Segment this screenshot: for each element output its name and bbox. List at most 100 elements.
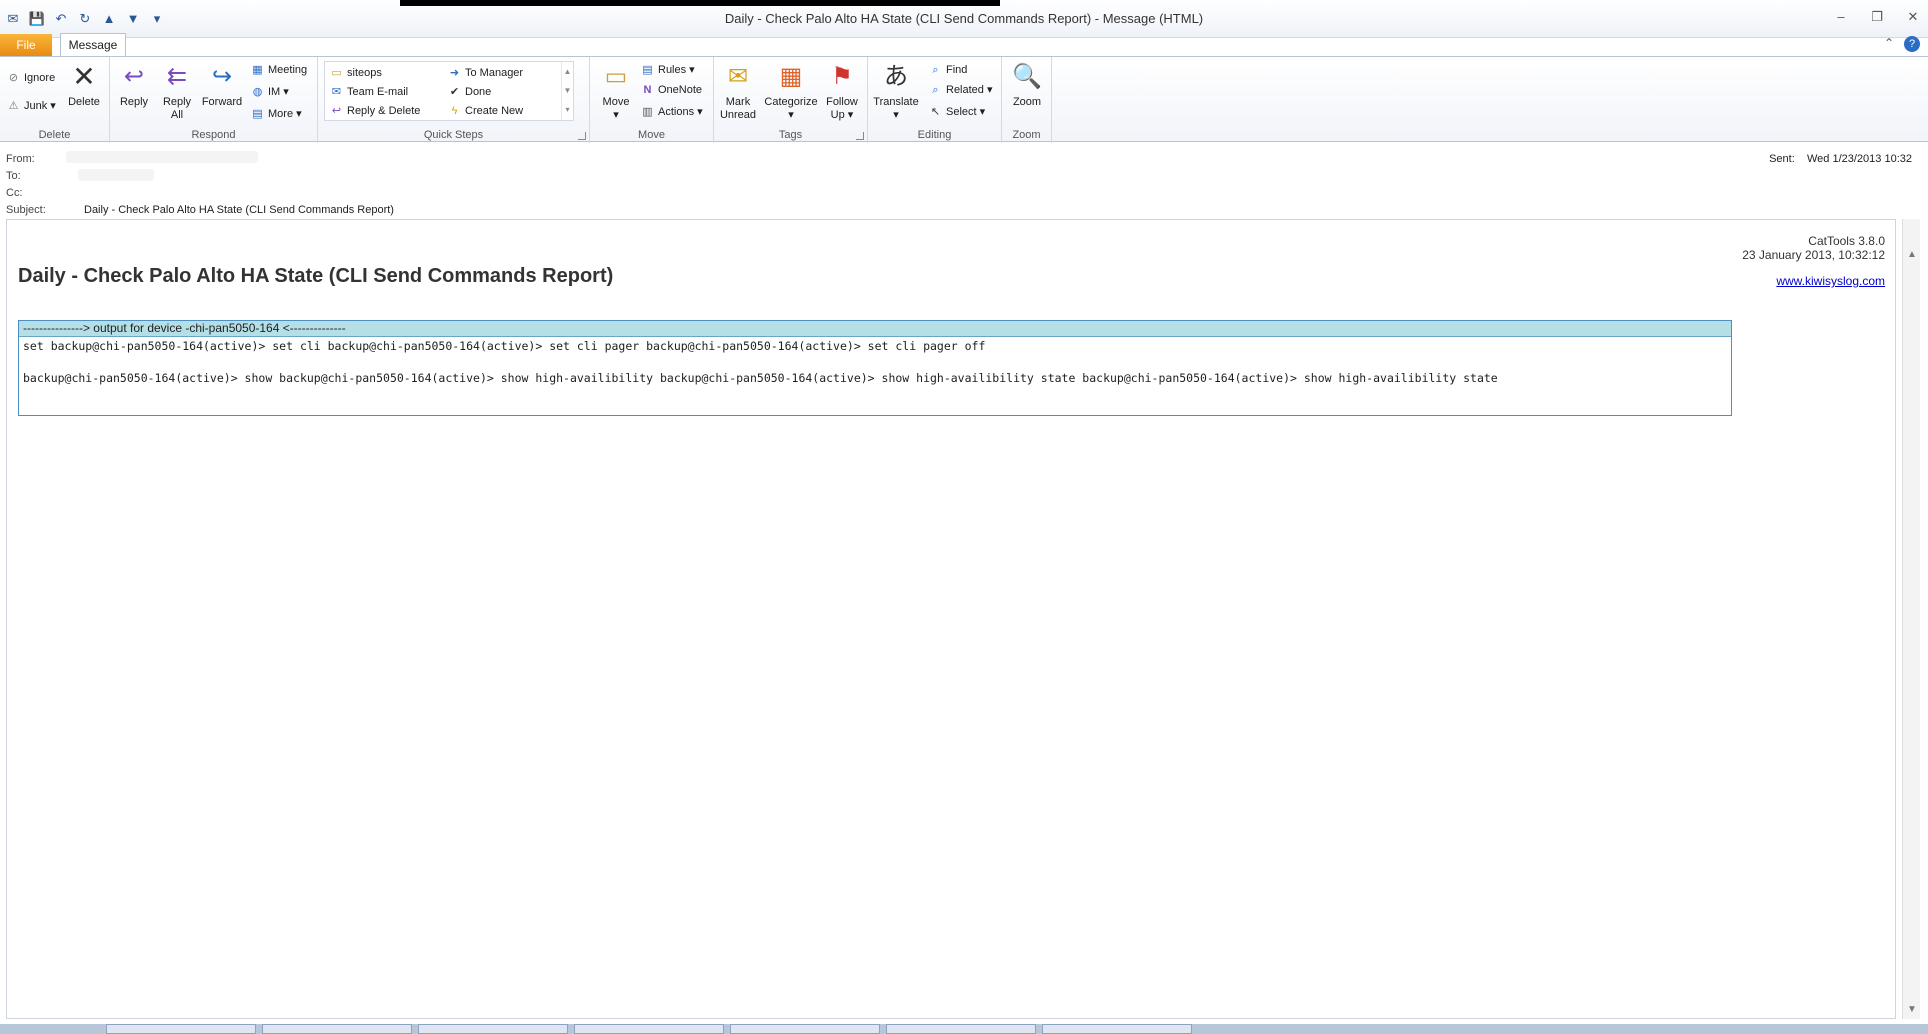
tab-file[interactable]: File <box>0 34 52 56</box>
ribbon: ⊘ Ignore ⚠ Junk ▾ ✕ Delete Delete ↩ Reply ⇇ R… <box>0 56 1928 143</box>
reply-all-label-1: Reply <box>162 96 192 108</box>
subject-row: Subject: Daily - Check Palo Alto HA State… <box>6 204 394 216</box>
taskbar-button[interactable] <box>1042 1024 1192 1034</box>
group-label-move: Move <box>638 129 665 141</box>
quick-steps-gallery: ▭ siteops ✉ Team E-mail ↩ Reply & Delete ➜ T… <box>324 61 574 121</box>
taskbar-button[interactable] <box>730 1024 880 1034</box>
delete-label: Delete <box>68 96 100 108</box>
tab-message[interactable]: Message <box>60 33 126 56</box>
more-button[interactable]: ▤ More ▾ <box>250 105 301 123</box>
taskbar-button[interactable] <box>418 1024 568 1034</box>
quick-step-label: siteops <box>347 67 382 79</box>
quick-step-reply-delete[interactable]: ↩ Reply & Delete <box>329 102 420 120</box>
body-scrollbar[interactable]: ▲ ▼ <box>1902 219 1920 1019</box>
cc-row: Cc: <box>6 187 84 199</box>
move-button[interactable]: ▭ Move ▾ <box>594 61 638 122</box>
group-label-editing: Editing <box>917 129 952 141</box>
related-icon: ⌕ <box>932 84 939 96</box>
group-label-respond: Respond <box>191 129 236 141</box>
mark-unread-label-2: Unread <box>719 109 757 121</box>
ribbon-right-controls: ⌃ ? <box>1884 36 1920 52</box>
quick-step-create-new[interactable]: ϟ Create New <box>447 102 524 120</box>
output-line-2: backup@chi-pan5050-164(active)> show bac… <box>23 371 1498 385</box>
actions-button[interactable]: ▥ Actions ▾ <box>640 103 702 121</box>
subject-label: Subject: <box>6 204 46 216</box>
meeting-button[interactable]: ▦ Meeting <box>250 61 307 79</box>
quick-step-label: Reply & Delete <box>347 105 421 117</box>
group-move: ▭ Move ▾ ▤ Rules ▾ N OneNote ▥ Actions ▾ Move <box>590 57 714 143</box>
translate-button[interactable]: あ Translate ▾ <box>870 61 922 122</box>
taskbar-button[interactable] <box>886 1024 1036 1034</box>
rules-icon: ▤ <box>642 64 653 76</box>
flag-icon: ⚑ <box>831 63 853 90</box>
title-bar-overlay <box>400 0 1000 6</box>
categorize-label: Categorize <box>764 96 818 108</box>
reply-button[interactable]: ↩ Reply <box>112 61 156 109</box>
taskbar-button[interactable] <box>106 1024 256 1034</box>
group-label-zoom: Zoom <box>1012 129 1041 141</box>
group-tags: ✉ Mark Unread ▦ Categorize ▾ ⚑ Follow Up ▾ Tag… <box>714 57 868 143</box>
mark-unread-button[interactable]: ✉ Mark Unread <box>716 61 760 122</box>
ignore-button[interactable]: ⊘ Ignore <box>6 69 55 87</box>
minimize-icon[interactable]: – <box>1832 8 1850 26</box>
meeting-icon: ▦ <box>252 64 263 76</box>
team-email-icon: ✉ <box>331 86 342 98</box>
window-controls: – ❐ ✕ <box>1832 8 1922 26</box>
group-respond: ↩ Reply ⇇ Reply All ↪ Forward ▦ Meeting ◍ IM ▾… <box>110 57 318 143</box>
quick-step-team-email[interactable]: ✉ Team E-mail <box>329 83 408 101</box>
reply-all-icon: ⇇ <box>166 63 188 90</box>
translate-label: Translate <box>873 96 919 108</box>
select-button[interactable]: ↖ Select ▾ <box>928 103 985 121</box>
junk-button[interactable]: ⚠ Junk ▾ <box>6 97 56 115</box>
sent-label: Sent: <box>1769 153 1795 165</box>
onenote-button[interactable]: N OneNote <box>640 81 703 99</box>
more-label: More <box>268 108 294 120</box>
reply-delete-icon: ↩ <box>331 105 342 117</box>
im-button[interactable]: ◍ IM ▾ <box>250 83 289 101</box>
group-label-delete: Delete <box>38 129 71 141</box>
quick-steps-scrollbar[interactable]: ▲ ▼ ▾ <box>561 62 573 120</box>
group-label-quick-steps: Quick Steps <box>423 129 484 141</box>
restore-icon[interactable]: ❐ <box>1868 8 1886 26</box>
scroll-down-arrow[interactable]: ▼ <box>1903 1004 1921 1015</box>
help-icon[interactable]: ? <box>1904 36 1920 52</box>
cursor-icon: ↖ <box>930 106 941 118</box>
im-icon: ◍ <box>252 86 263 98</box>
delete-button[interactable]: ✕ Delete <box>62 61 106 109</box>
quick-step-label: Team E-mail <box>347 86 409 98</box>
reply-label: Reply <box>119 96 149 108</box>
quick-step-siteops[interactable]: ▭ siteops <box>329 64 382 82</box>
categorize-icon: ▦ <box>779 63 803 90</box>
delete-icon: ✕ <box>72 61 96 92</box>
related-button[interactable]: ⌕ Related ▾ <box>928 81 992 99</box>
taskbar-button[interactable] <box>262 1024 412 1034</box>
forward-label: Forward <box>201 96 243 108</box>
find-button[interactable]: ⌕ Find <box>928 61 967 79</box>
to-row: To: <box>6 170 84 182</box>
reply-all-button[interactable]: ⇇ Reply All <box>155 61 199 122</box>
outlook-message-window: ✉ 💾 ↶ ↻ ▲ ▼ ▾ Daily - Check Palo Alto HA… <box>0 0 1928 1034</box>
scroll-up-arrow[interactable]: ▲ <box>1903 249 1921 260</box>
follow-up-button[interactable]: ⚑ Follow Up ▾ <box>820 61 864 122</box>
categorize-button[interactable]: ▦ Categorize ▾ <box>764 61 818 122</box>
junk-label: Junk <box>24 100 48 112</box>
sent-info: Sent: Wed 1/23/2013 10:32 <box>1769 153 1912 165</box>
report-meta: CatTools 3.8.0 23 January 2013, 10:32:12 <box>1742 234 1885 262</box>
magnifier-icon: 🔍 <box>1012 63 1042 90</box>
select-label: Select <box>946 106 977 118</box>
minimize-ribbon-icon[interactable]: ⌃ <box>1884 36 1894 52</box>
kiwisyslog-link[interactable]: www.kiwisyslog.com <box>1776 274 1885 288</box>
quick-step-done[interactable]: ✔ Done <box>447 83 491 101</box>
close-icon[interactable]: ✕ <box>1904 8 1922 26</box>
taskbar-button[interactable] <box>574 1024 724 1034</box>
group-label-tags: Tags <box>778 129 803 141</box>
zoom-button[interactable]: 🔍 Zoom <box>1005 61 1049 109</box>
rules-button[interactable]: ▤ Rules ▾ <box>640 61 694 79</box>
sent-value: Wed 1/23/2013 10:32 <box>1807 153 1912 165</box>
quick-step-to-manager[interactable]: ➜ To Manager <box>447 64 523 82</box>
rules-label: Rules <box>658 64 687 76</box>
quick-step-label: To Manager <box>465 67 524 79</box>
group-delete: ⊘ Ignore ⚠ Junk ▾ ✕ Delete Delete <box>0 57 110 143</box>
forward-button[interactable]: ↪ Forward <box>200 61 244 109</box>
message-header: From: To: Cc: Subject: Daily - Check Palo… <box>0 143 1928 219</box>
